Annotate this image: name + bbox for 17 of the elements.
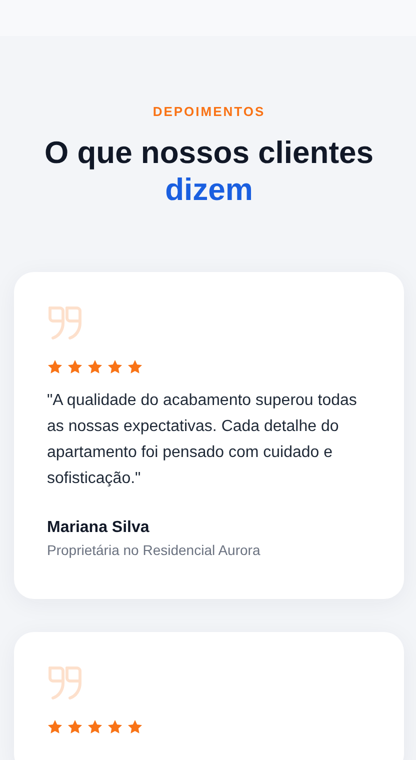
star-icon — [67, 359, 83, 374]
star-icon — [107, 359, 123, 374]
quote-icon — [47, 666, 83, 700]
star-icon — [127, 359, 143, 374]
star-icon — [47, 719, 63, 734]
star-icon — [87, 719, 103, 734]
star-icon — [127, 719, 143, 734]
star-icon — [47, 359, 63, 374]
section-eyebrow: DEPOIMENTOS — [152, 104, 266, 120]
author-role: Proprietária no Residencial Aurora — [47, 541, 262, 559]
author-name: Mariana Silva — [47, 518, 150, 538]
testimonial-quote: "A qualidade do acabamento superou todas as nossas expectativas. Cada detalhe do apartamento foi pensado com cuidado e sofisticação." — [47, 391, 358, 489]
star-icon — [107, 719, 123, 734]
quote-icon — [47, 306, 83, 340]
star-icon — [67, 719, 83, 734]
star-icon — [87, 359, 103, 374]
section-title: O que nossos clientes dizem — [43, 134, 375, 208]
